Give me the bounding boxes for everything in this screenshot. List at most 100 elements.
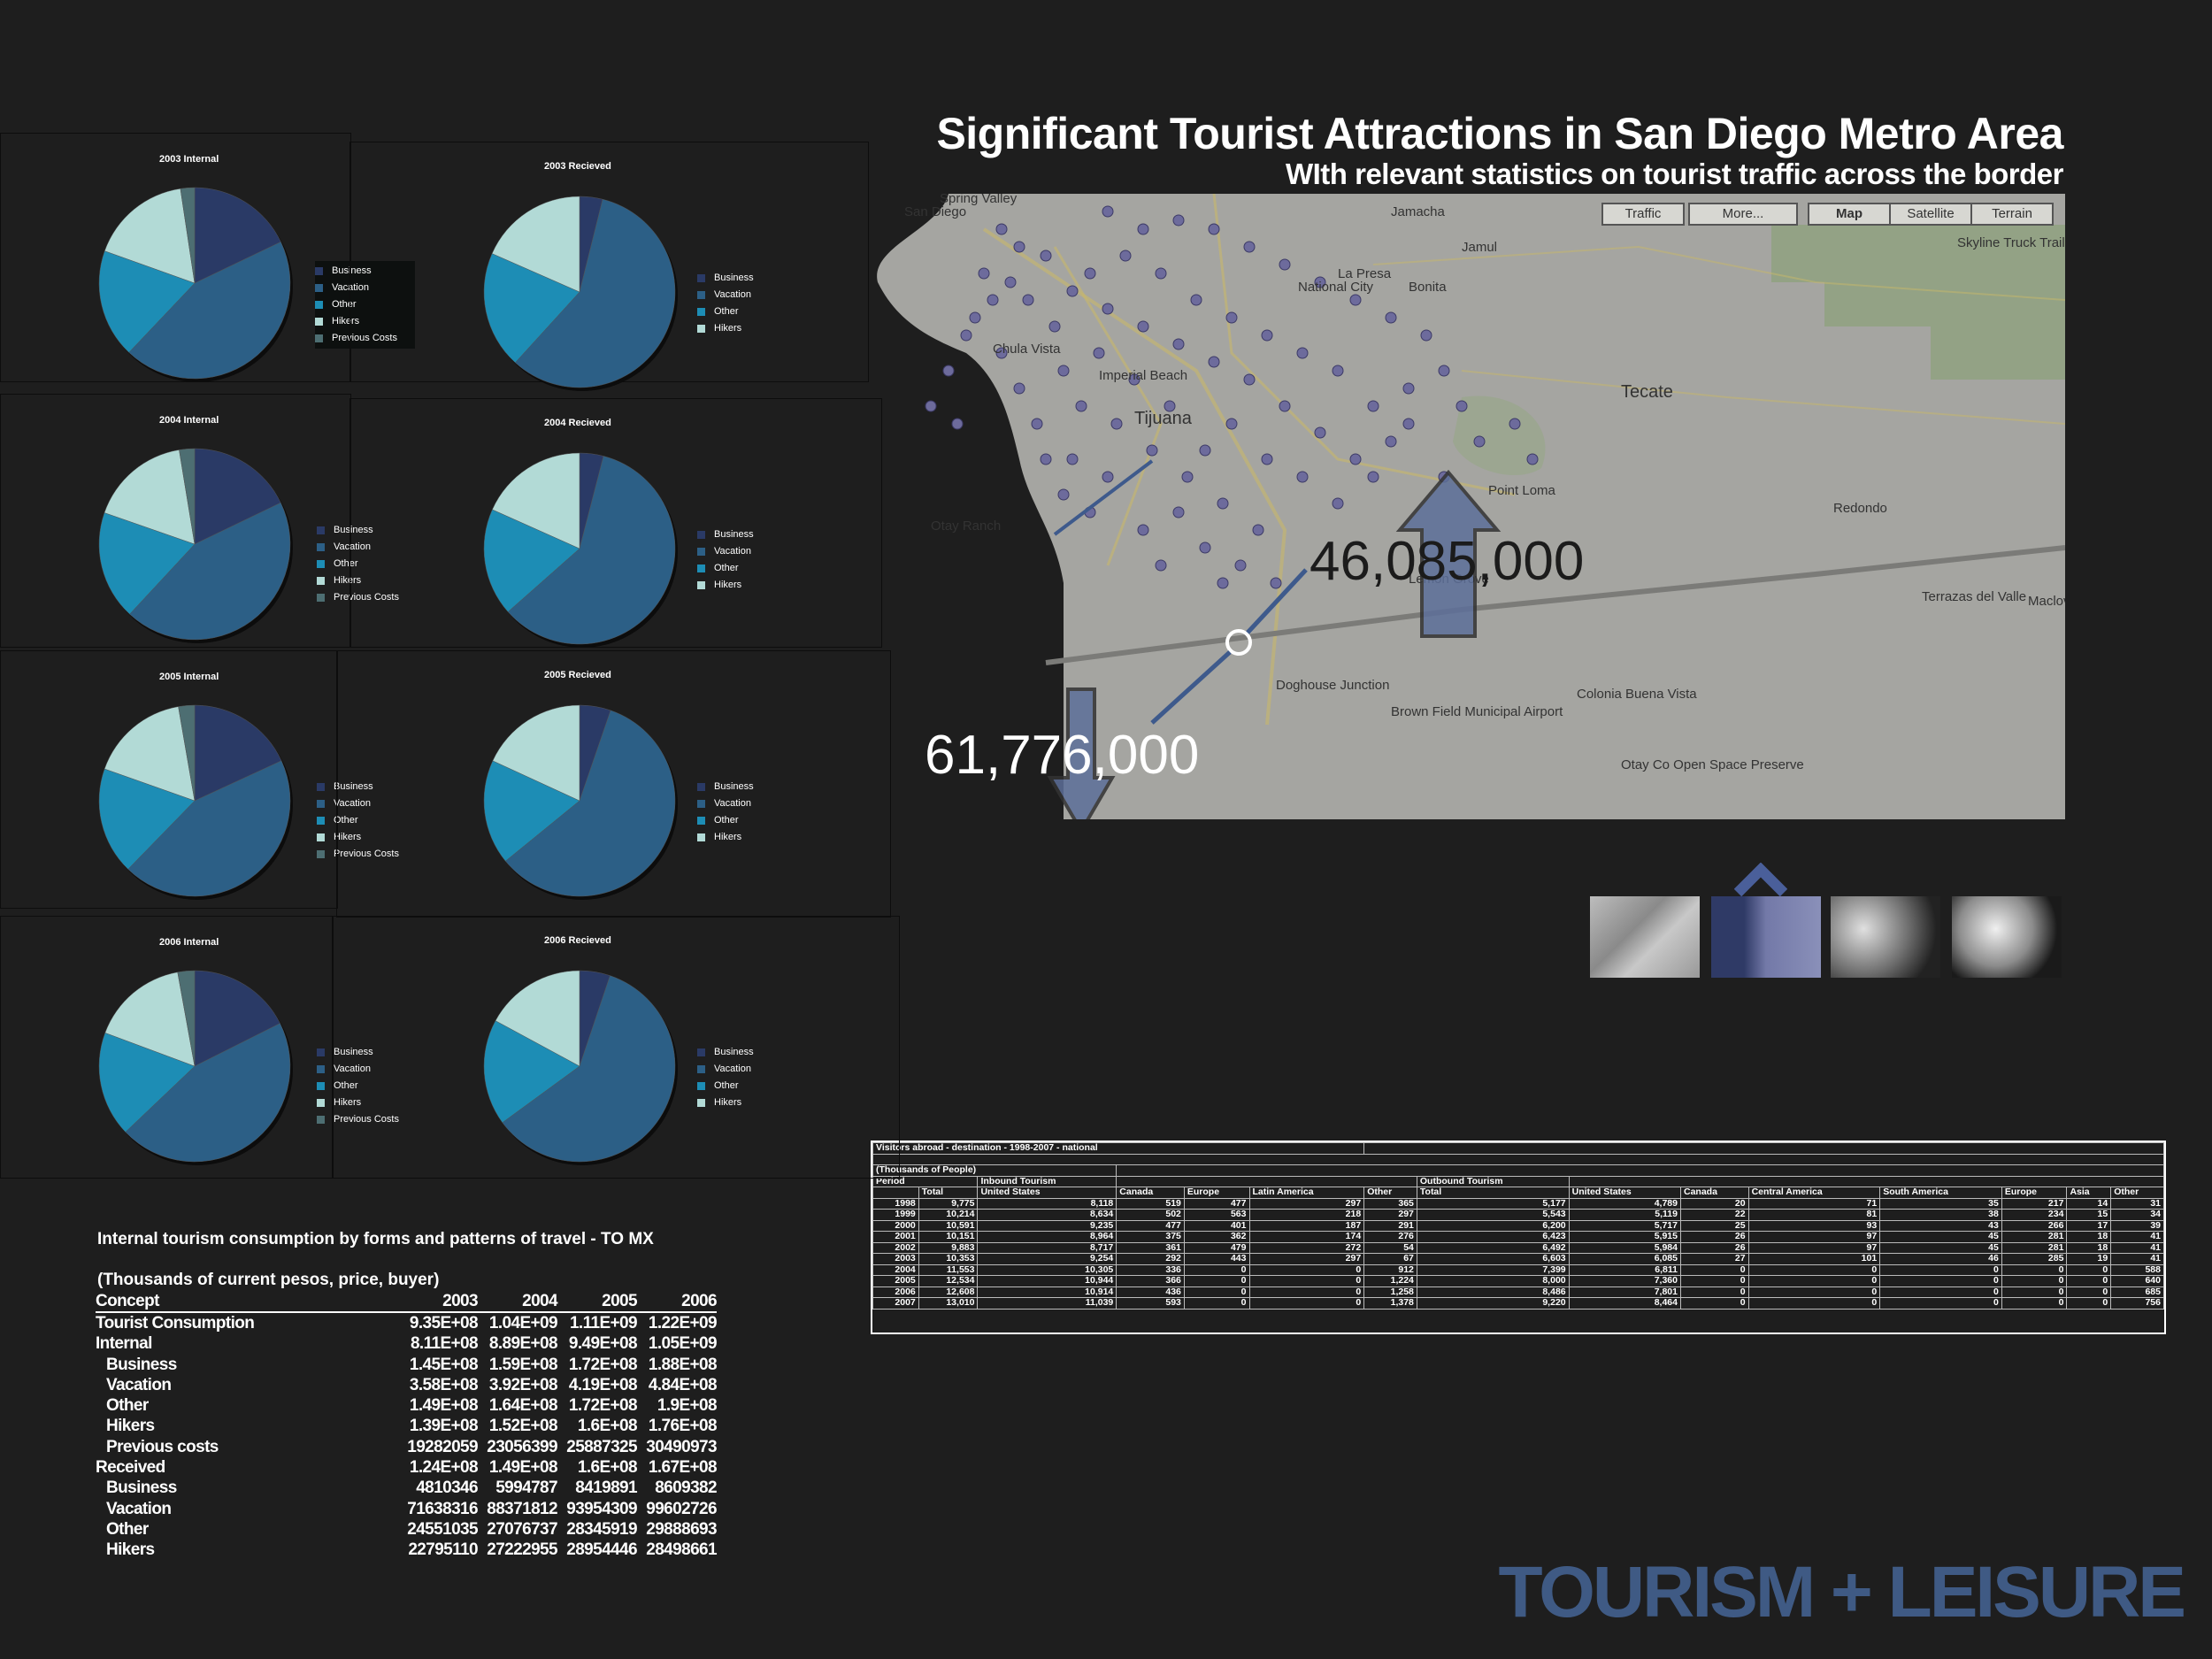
attraction-marker[interactable] bbox=[1155, 559, 1167, 572]
attraction-marker[interactable] bbox=[1225, 311, 1238, 324]
attraction-marker[interactable] bbox=[1199, 541, 1211, 554]
table-cell: 4.19E+08 bbox=[568, 1375, 638, 1394]
attraction-marker[interactable] bbox=[1119, 250, 1132, 262]
attraction-marker[interactable] bbox=[1296, 471, 1309, 483]
attraction-marker[interactable] bbox=[1190, 294, 1202, 306]
attraction-marker[interactable] bbox=[1199, 444, 1211, 457]
attraction-marker[interactable] bbox=[1172, 338, 1185, 350]
map-place-label: Point Loma bbox=[1488, 483, 1556, 498]
map-more-button[interactable]: More... bbox=[1688, 203, 1798, 226]
attraction-marker[interactable] bbox=[1137, 320, 1149, 333]
map-map-button[interactable]: Map bbox=[1808, 203, 1891, 226]
attraction-marker[interactable] bbox=[951, 418, 964, 430]
attraction-marker[interactable] bbox=[1217, 497, 1229, 510]
map-terrain-button[interactable]: Terrain bbox=[1970, 203, 2054, 226]
attraction-marker[interactable] bbox=[1066, 453, 1079, 465]
legend-swatch bbox=[317, 1082, 325, 1090]
pie-chart bbox=[483, 452, 678, 648]
attraction-marker[interactable] bbox=[1102, 303, 1114, 315]
attraction-marker[interactable] bbox=[1110, 418, 1123, 430]
attraction-marker[interactable] bbox=[1013, 241, 1025, 253]
attraction-marker[interactable] bbox=[1040, 250, 1052, 262]
attraction-marker[interactable] bbox=[1385, 311, 1397, 324]
attraction-marker[interactable] bbox=[1526, 453, 1539, 465]
attraction-marker[interactable] bbox=[1004, 276, 1017, 288]
attraction-marker[interactable] bbox=[1234, 559, 1247, 572]
attraction-marker[interactable] bbox=[1172, 214, 1185, 227]
attraction-marker[interactable] bbox=[1155, 267, 1167, 280]
attraction-marker[interactable] bbox=[1146, 444, 1158, 457]
table-row: 2006 12,608 10,914 436 0 0 1,258 8,486 7,801 0 0 0 0… bbox=[872, 1286, 2164, 1298]
attraction-marker[interactable] bbox=[1261, 453, 1273, 465]
attraction-marker[interactable] bbox=[1349, 453, 1362, 465]
attraction-marker[interactable] bbox=[1048, 320, 1061, 333]
legend-swatch bbox=[697, 565, 705, 572]
attraction-marker[interactable] bbox=[1402, 382, 1415, 395]
table-cell: 10,591 bbox=[918, 1219, 979, 1232]
attraction-marker[interactable] bbox=[1279, 400, 1291, 412]
attraction-marker[interactable] bbox=[1252, 524, 1264, 536]
attraction-marker[interactable] bbox=[960, 329, 972, 342]
table-cell: 22 bbox=[1679, 1209, 1749, 1221]
attraction-marker[interactable] bbox=[1057, 488, 1070, 501]
attraction-marker[interactable] bbox=[1093, 347, 1105, 359]
attraction-marker[interactable] bbox=[1013, 382, 1025, 395]
attraction-marker[interactable] bbox=[1075, 400, 1087, 412]
map-traffic-button[interactable]: Traffic bbox=[1601, 203, 1685, 226]
attraction-marker[interactable] bbox=[987, 294, 999, 306]
attraction-marker[interactable] bbox=[1031, 418, 1043, 430]
attraction-marker[interactable] bbox=[1208, 223, 1220, 235]
attraction-marker[interactable] bbox=[1172, 506, 1185, 518]
table-cell: 2005 bbox=[872, 1275, 919, 1287]
chevron-up-icon[interactable] bbox=[1734, 863, 1787, 896]
legend-swatch bbox=[697, 1065, 705, 1073]
attraction-marker[interactable] bbox=[1243, 373, 1256, 386]
attraction-marker[interactable] bbox=[1473, 435, 1486, 448]
map-place-label: Spring Valley bbox=[940, 194, 1018, 206]
attraction-marker[interactable] bbox=[1137, 223, 1149, 235]
attraction-marker[interactable] bbox=[1137, 524, 1149, 536]
attraction-marker[interactable] bbox=[1225, 418, 1238, 430]
table-row: Business 4810346 5994787 8419891 8609382 bbox=[96, 1479, 718, 1499]
attraction-marker[interactable] bbox=[1349, 294, 1362, 306]
terrain-thumb[interactable] bbox=[1831, 896, 1940, 978]
table-row: 1998 9,775 8,118 519 477 297 365 5,177 4,789 20 71… bbox=[872, 1197, 2164, 1210]
attraction-marker[interactable] bbox=[1420, 329, 1432, 342]
attraction-marker[interactable] bbox=[1385, 435, 1397, 448]
attraction-marker[interactable] bbox=[1314, 426, 1326, 439]
attraction-marker[interactable] bbox=[1084, 267, 1096, 280]
attraction-marker[interactable] bbox=[1181, 471, 1194, 483]
attraction-marker[interactable] bbox=[1279, 258, 1291, 271]
attraction-marker[interactable] bbox=[1367, 471, 1379, 483]
attraction-marker[interactable] bbox=[1057, 365, 1070, 377]
attraction-marker[interactable] bbox=[1332, 365, 1344, 377]
attraction-marker[interactable] bbox=[925, 400, 937, 412]
attraction-marker[interactable] bbox=[1438, 365, 1450, 377]
attraction-marker[interactable] bbox=[1270, 577, 1282, 589]
attraction-marker[interactable] bbox=[1455, 400, 1468, 412]
table-cell: 0 bbox=[1248, 1286, 1365, 1298]
attraction-marker[interactable] bbox=[942, 365, 955, 377]
table-cell: Vacation bbox=[106, 1499, 172, 1518]
attraction-marker[interactable] bbox=[1102, 471, 1114, 483]
attraction-marker[interactable] bbox=[1066, 285, 1079, 297]
attraction-marker[interactable] bbox=[978, 267, 990, 280]
attraction-marker[interactable] bbox=[1102, 205, 1114, 218]
map-thumb[interactable] bbox=[1711, 896, 1821, 978]
attraction-marker[interactable] bbox=[1296, 347, 1309, 359]
satellite-thumb[interactable] bbox=[1952, 896, 2062, 978]
map-satellite-button[interactable]: Satellite bbox=[1889, 203, 1972, 226]
attraction-marker[interactable] bbox=[1332, 497, 1344, 510]
attraction-marker[interactable] bbox=[1040, 453, 1052, 465]
street-view-thumb[interactable] bbox=[1590, 896, 1700, 978]
attraction-marker[interactable] bbox=[1509, 418, 1521, 430]
attraction-marker[interactable] bbox=[1402, 418, 1415, 430]
attraction-marker[interactable] bbox=[969, 311, 981, 324]
attraction-marker[interactable] bbox=[1217, 577, 1229, 589]
attraction-marker[interactable] bbox=[1367, 400, 1379, 412]
attraction-marker[interactable] bbox=[1261, 329, 1273, 342]
attraction-marker[interactable] bbox=[995, 223, 1008, 235]
attraction-marker[interactable] bbox=[1022, 294, 1034, 306]
attraction-marker[interactable] bbox=[1243, 241, 1256, 253]
attraction-marker[interactable] bbox=[1208, 356, 1220, 368]
